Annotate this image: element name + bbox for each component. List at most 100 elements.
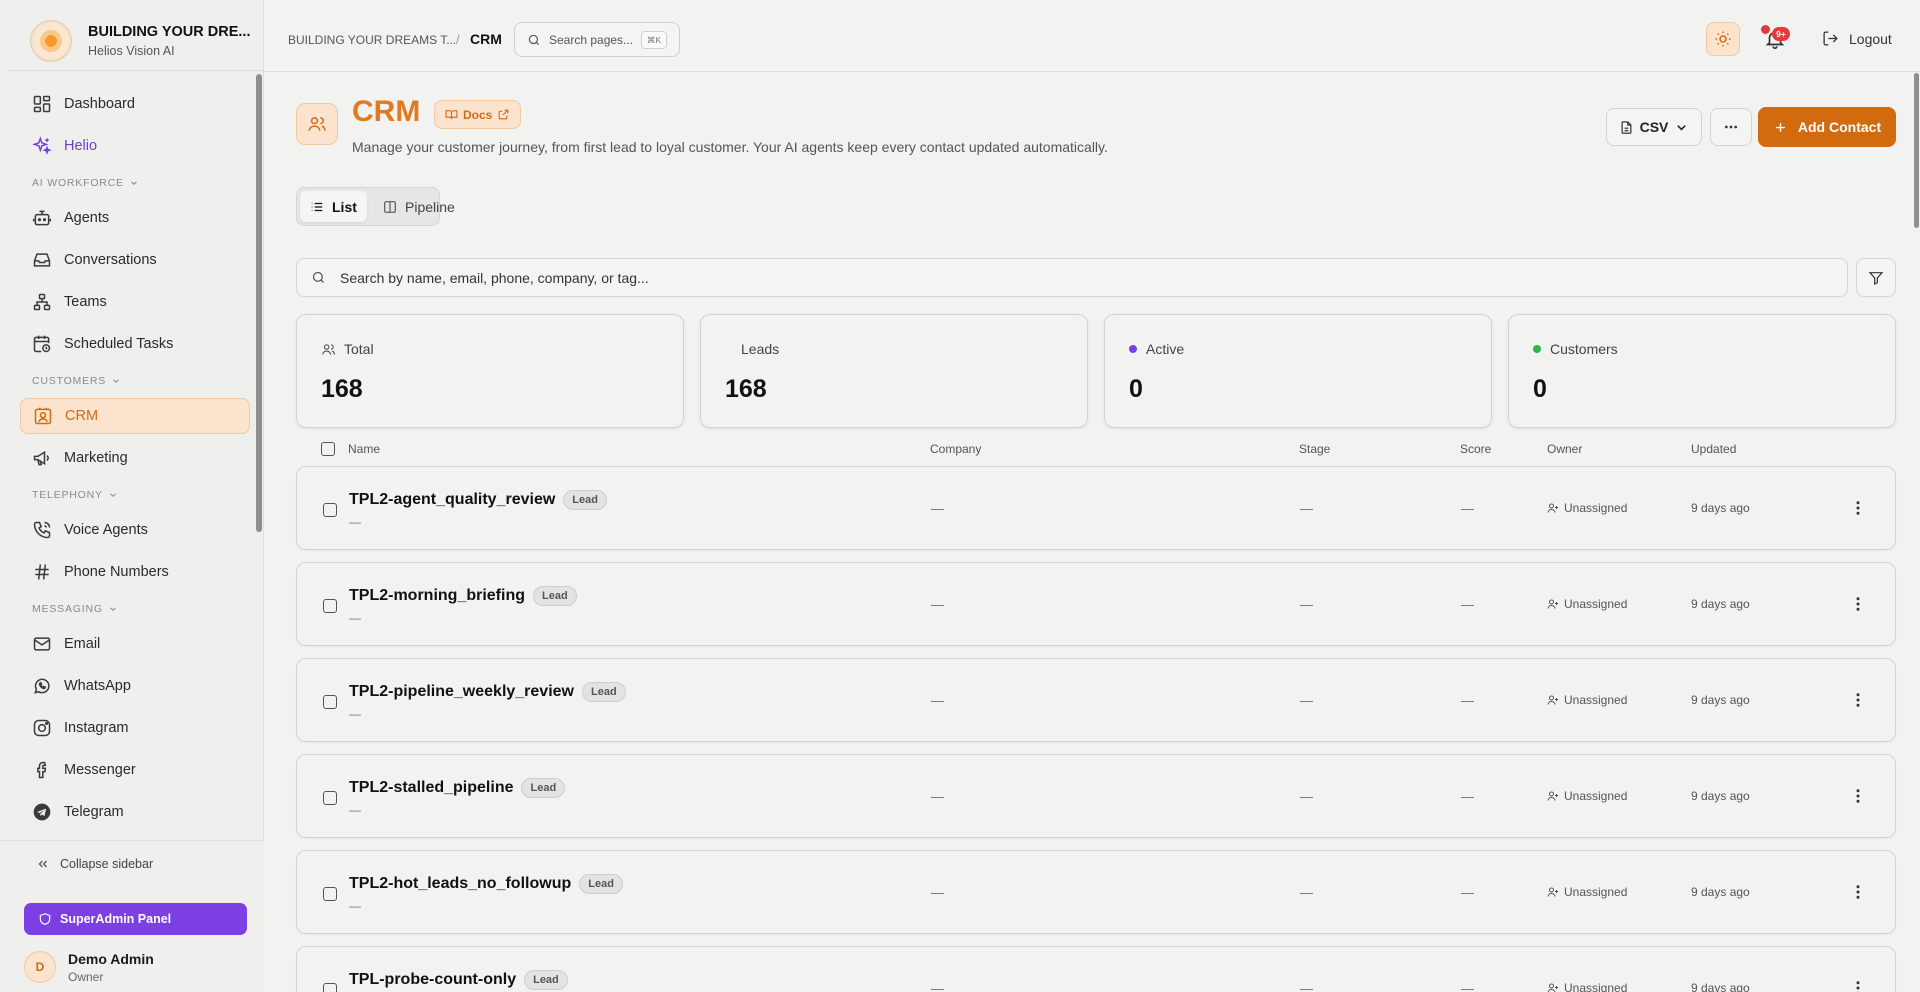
sidebar-item-scheduled-tasks[interactable]: Scheduled Tasks <box>20 326 250 362</box>
cell-owner[interactable]: Unassigned <box>1547 501 1627 515</box>
column-header-name[interactable]: Name <box>348 442 380 456</box>
contact-name[interactable]: TPL2-stalled_pipeline Lead <box>349 778 566 798</box>
sidebar-item-label: Voice Agents <box>64 522 148 538</box>
theme-toggle-button[interactable] <box>1706 22 1740 56</box>
sidebar-item-messenger[interactable]: Messenger <box>20 752 250 788</box>
cell-company: — <box>931 789 944 804</box>
sidebar-item-telegram[interactable]: Telegram <box>20 794 250 830</box>
mail-icon <box>32 634 52 654</box>
sidebar-footer: Collapse sidebar SuperAdmin Panel D Demo… <box>0 840 264 992</box>
avatar[interactable]: D <box>24 951 56 983</box>
contact-tag: Lead <box>579 874 623 894</box>
breadcrumb-root[interactable]: BUILDING YOUR DREAMS T... <box>288 33 456 47</box>
sidebar-item-agents[interactable]: Agents <box>20 200 250 236</box>
superadmin-label: SuperAdmin Panel <box>60 912 172 926</box>
row-checkbox[interactable] <box>323 791 337 805</box>
column-header-owner[interactable]: Owner <box>1547 442 1582 456</box>
sidebar-item-label: Instagram <box>64 720 129 736</box>
cell-company: — <box>931 693 944 708</box>
filter-button[interactable] <box>1856 258 1896 297</box>
user-name[interactable]: Demo Admin <box>68 951 154 967</box>
sparkles-icon <box>32 136 52 156</box>
contact-name[interactable]: TPL2-pipeline_weekly_review Lead <box>349 682 626 702</box>
contact-search-input[interactable]: Search by name, email, phone, company, o… <box>296 258 1848 297</box>
contact-name[interactable]: TPL2-hot_leads_no_followup Lead <box>349 874 623 894</box>
sidebar-item-conversations[interactable]: Conversations <box>20 242 250 278</box>
row-menu-icon[interactable] <box>1849 691 1867 709</box>
status-dot <box>1129 345 1137 353</box>
main-scrollbar[interactable] <box>1914 73 1919 228</box>
sidebar-item-email[interactable]: Email <box>20 626 250 662</box>
sidebar-item-dashboard[interactable]: Dashboard <box>20 86 250 122</box>
sidebar-item-crm[interactable]: CRM <box>20 398 250 434</box>
contact-name[interactable]: TPL2-agent_quality_review Lead <box>349 490 607 510</box>
owner-text: Unassigned <box>1564 789 1628 803</box>
section-telephony[interactable]: TELEPHONY <box>20 482 250 508</box>
contact-subtext: — <box>349 899 361 913</box>
column-header-updated[interactable]: Updated <box>1691 442 1736 456</box>
sidebar-item-voice-agents[interactable]: Voice Agents <box>20 512 250 548</box>
contact-name-text: TPL2-pipeline_weekly_review <box>349 683 574 700</box>
row-menu-icon[interactable] <box>1849 979 1867 992</box>
sidebar-item-instagram[interactable]: Instagram <box>20 710 250 746</box>
contact-name[interactable]: TPL-probe-count-only Lead <box>349 970 568 990</box>
brand[interactable]: BUILDING YOUR DRE... Helios Vision AI <box>30 18 250 62</box>
cell-owner[interactable]: Unassigned <box>1547 885 1627 899</box>
page-search-input[interactable]: Search pages... ⌘K <box>514 22 680 57</box>
contact-subtext: — <box>349 515 361 529</box>
docs-button[interactable]: Docs <box>434 100 522 129</box>
sidebar-item-whatsapp[interactable]: WhatsApp <box>20 668 250 704</box>
view-pipeline-tab[interactable]: Pipeline <box>373 191 465 222</box>
contact-name-text: TPL2-agent_quality_review <box>349 491 556 508</box>
csv-export-button[interactable]: CSV <box>1606 108 1702 146</box>
sidebar-item-helio[interactable]: Helio <box>20 128 250 164</box>
row-menu-icon[interactable] <box>1849 499 1867 517</box>
column-header-score[interactable]: Score <box>1460 442 1491 456</box>
table-row[interactable]: TPL2-hot_leads_no_followup Lead — — — — Unassi… <box>296 850 1896 934</box>
row-menu-icon[interactable] <box>1849 883 1867 901</box>
table-row[interactable]: TPL2-morning_briefing Lead — — — — Unassigned 9… <box>296 562 1896 646</box>
column-header-company[interactable]: Company <box>930 442 981 456</box>
sidebar-item-teams[interactable]: Teams <box>20 284 250 320</box>
cell-owner[interactable]: Unassigned <box>1547 789 1627 803</box>
sidebar-item-marketing[interactable]: Marketing <box>20 440 250 476</box>
table-row[interactable]: TPL-probe-count-onlyLead————Unassigned9 … <box>296 946 1896 992</box>
table-header: Name Company Stage Score Owner Updated <box>296 436 1896 460</box>
table-row[interactable]: TPL2-agent_quality_review Lead — — — — Unassig… <box>296 466 1896 550</box>
cell-score: — <box>1461 885 1474 900</box>
users-icon <box>307 114 327 134</box>
row-checkbox[interactable] <box>323 695 337 709</box>
cell-company: — <box>931 597 944 612</box>
section-messaging[interactable]: MESSAGING <box>20 596 250 622</box>
row-checkbox[interactable] <box>323 983 337 992</box>
column-header-stage[interactable]: Stage <box>1299 442 1330 456</box>
contact-tag: Lead <box>563 490 607 510</box>
add-contact-button[interactable]: Add Contact <box>1758 107 1896 147</box>
sidebar-item-phone-numbers[interactable]: Phone Numbers <box>20 554 250 590</box>
cell-owner[interactable]: Unassigned <box>1547 597 1627 611</box>
section-customers[interactable]: CUSTOMERS <box>20 368 250 394</box>
sidebar-scrollbar[interactable] <box>256 74 262 532</box>
contact-name[interactable]: TPL2-morning_briefing Lead <box>349 586 577 606</box>
external-link-icon <box>497 108 510 121</box>
row-checkbox[interactable] <box>323 599 337 613</box>
cell-owner[interactable]: Unassigned <box>1547 693 1627 707</box>
row-checkbox[interactable] <box>323 503 337 517</box>
select-all-checkbox[interactable] <box>321 442 335 456</box>
table-row[interactable]: TPL2-pipeline_weekly_review Lead — — — — Unass… <box>296 658 1896 742</box>
more-options-button[interactable] <box>1710 108 1752 146</box>
superadmin-panel-button[interactable]: SuperAdmin Panel <box>24 903 247 935</box>
sidebar-item-label: WhatsApp <box>64 678 131 694</box>
row-menu-icon[interactable] <box>1849 595 1867 613</box>
row-checkbox[interactable] <box>323 887 337 901</box>
view-list-tab[interactable]: List <box>300 191 367 222</box>
stat-label: Active <box>1129 341 1184 357</box>
logout-button[interactable]: Logout <box>1822 30 1892 47</box>
cell-owner[interactable]: Unassigned <box>1547 981 1627 992</box>
row-menu-icon[interactable] <box>1849 787 1867 805</box>
table-row[interactable]: TPL2-stalled_pipeline Lead — — — — Unassigned 9… <box>296 754 1896 838</box>
section-ai-workforce[interactable]: AI WORKFORCE <box>20 170 250 196</box>
sidebar-item-label: Conversations <box>64 252 157 268</box>
brand-subtitle: Helios Vision AI <box>88 44 175 58</box>
collapse-sidebar-button[interactable]: Collapse sidebar <box>36 857 153 871</box>
